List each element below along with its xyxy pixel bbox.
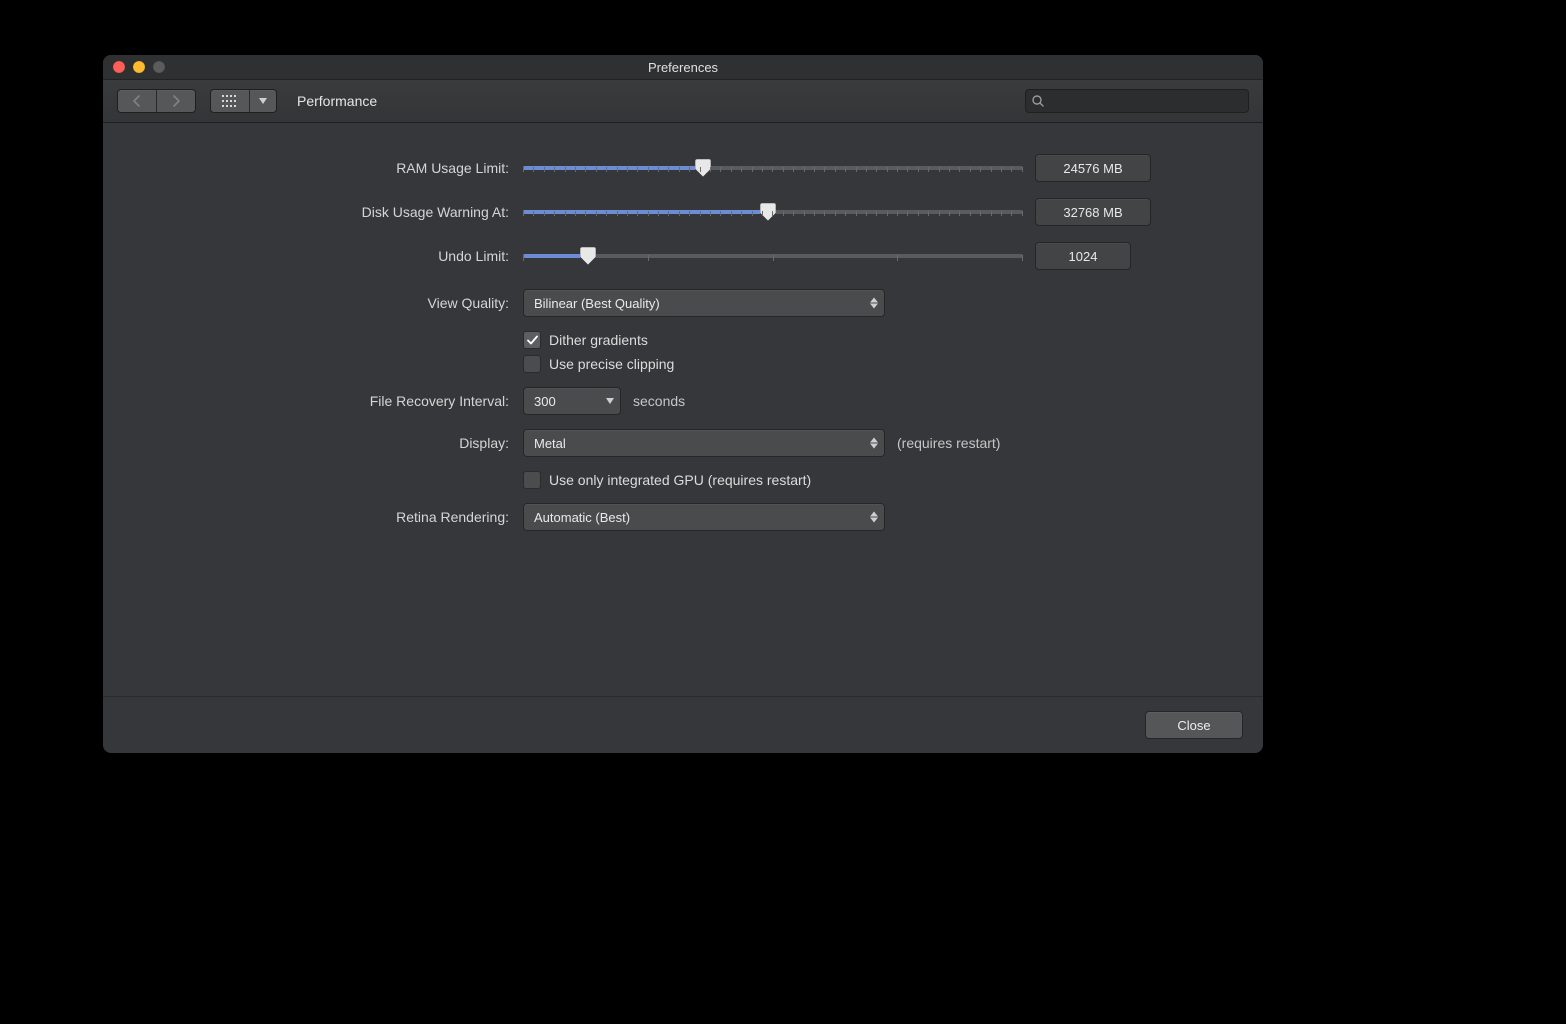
forward-button[interactable]	[157, 90, 195, 112]
undo-limit-value[interactable]: 1024	[1035, 242, 1131, 270]
retina-select[interactable]: Automatic (Best)	[523, 503, 885, 531]
retina-row: Retina Rendering: Automatic (Best)	[159, 503, 1207, 531]
ram-usage-row: RAM Usage Limit: 24576 MB	[159, 153, 1207, 183]
file-recovery-select[interactable]: 300	[523, 387, 621, 415]
disk-warning-value[interactable]: 32768 MB	[1035, 198, 1151, 226]
ram-usage-label: RAM Usage Limit:	[159, 160, 523, 176]
file-recovery-row: File Recovery Interval: 300 seconds	[159, 387, 1207, 415]
nav-segment	[117, 89, 196, 113]
file-recovery-label: File Recovery Interval:	[159, 393, 523, 409]
toolbar: Performance	[103, 80, 1263, 123]
stepper-arrows-icon	[870, 512, 878, 523]
window-title: Preferences	[648, 60, 718, 75]
disk-warning-row: Disk Usage Warning At: 32768 MB	[159, 197, 1207, 227]
display-selected: Metal	[534, 436, 566, 451]
disk-warning-label: Disk Usage Warning At:	[159, 204, 523, 220]
search-icon	[1032, 95, 1044, 107]
view-segment	[210, 89, 277, 113]
disk-warning-slider[interactable]	[523, 197, 1023, 227]
search-field[interactable]	[1025, 89, 1249, 113]
precise-clipping-label: Use precise clipping	[549, 356, 674, 372]
retina-selected: Automatic (Best)	[534, 510, 630, 525]
dither-row: Dither gradients	[159, 331, 1207, 349]
titlebar: Preferences	[103, 55, 1263, 80]
triangle-down-icon	[259, 98, 267, 104]
content-area: RAM Usage Limit: 24576 MB Disk Usage War…	[103, 123, 1263, 696]
view-quality-select[interactable]: Bilinear (Best Quality)	[523, 289, 885, 317]
preferences-window: Preferences	[103, 55, 1263, 753]
view-quality-row: View Quality: Bilinear (Best Quality)	[159, 289, 1207, 317]
grid-icon	[222, 95, 238, 107]
integrated-gpu-label: Use only integrated GPU (requires restar…	[549, 472, 811, 488]
ram-usage-slider[interactable]	[523, 153, 1023, 183]
minimize-window-button[interactable]	[133, 61, 145, 73]
stepper-arrows-icon	[870, 438, 878, 449]
display-row: Display: Metal (requires restart)	[159, 429, 1207, 457]
close-window-button[interactable]	[113, 61, 125, 73]
file-recovery-value: 300	[534, 394, 556, 409]
back-button[interactable]	[118, 90, 157, 112]
display-label: Display:	[159, 435, 523, 451]
stepper-arrows-icon	[870, 298, 878, 309]
triangle-down-icon	[606, 398, 614, 404]
checkbox-box	[523, 355, 541, 373]
checkbox-box	[523, 331, 541, 349]
undo-limit-slider[interactable]	[523, 241, 1023, 271]
display-select[interactable]: Metal	[523, 429, 885, 457]
precise-clipping-row: Use precise clipping	[159, 355, 1207, 373]
zoom-window-button[interactable]	[153, 61, 165, 73]
checkbox-box	[523, 471, 541, 489]
footer: Close	[103, 696, 1263, 753]
close-button-label: Close	[1177, 718, 1210, 733]
view-menu-button[interactable]	[250, 90, 276, 112]
precise-clipping-checkbox[interactable]: Use precise clipping	[523, 355, 674, 373]
integrated-gpu-row: Use only integrated GPU (requires restar…	[159, 471, 1207, 489]
close-button[interactable]: Close	[1145, 711, 1243, 739]
undo-limit-label: Undo Limit:	[159, 248, 523, 264]
grid-view-button[interactable]	[211, 90, 250, 112]
display-hint: (requires restart)	[897, 435, 1000, 451]
undo-limit-row: Undo Limit: 1024	[159, 241, 1207, 271]
view-quality-selected: Bilinear (Best Quality)	[534, 296, 660, 311]
checkmark-icon	[527, 335, 538, 346]
window-controls	[113, 61, 165, 73]
file-recovery-unit: seconds	[633, 393, 685, 409]
chevron-right-icon	[171, 95, 181, 107]
dither-gradients-checkbox[interactable]: Dither gradients	[523, 331, 648, 349]
dither-gradients-label: Dither gradients	[549, 332, 648, 348]
ram-usage-value[interactable]: 24576 MB	[1035, 154, 1151, 182]
search-input[interactable]	[1050, 93, 1242, 109]
chevron-left-icon	[132, 95, 142, 107]
integrated-gpu-checkbox[interactable]: Use only integrated GPU (requires restar…	[523, 471, 811, 489]
section-title: Performance	[297, 93, 377, 109]
view-quality-label: View Quality:	[159, 295, 523, 311]
retina-label: Retina Rendering:	[159, 509, 523, 525]
